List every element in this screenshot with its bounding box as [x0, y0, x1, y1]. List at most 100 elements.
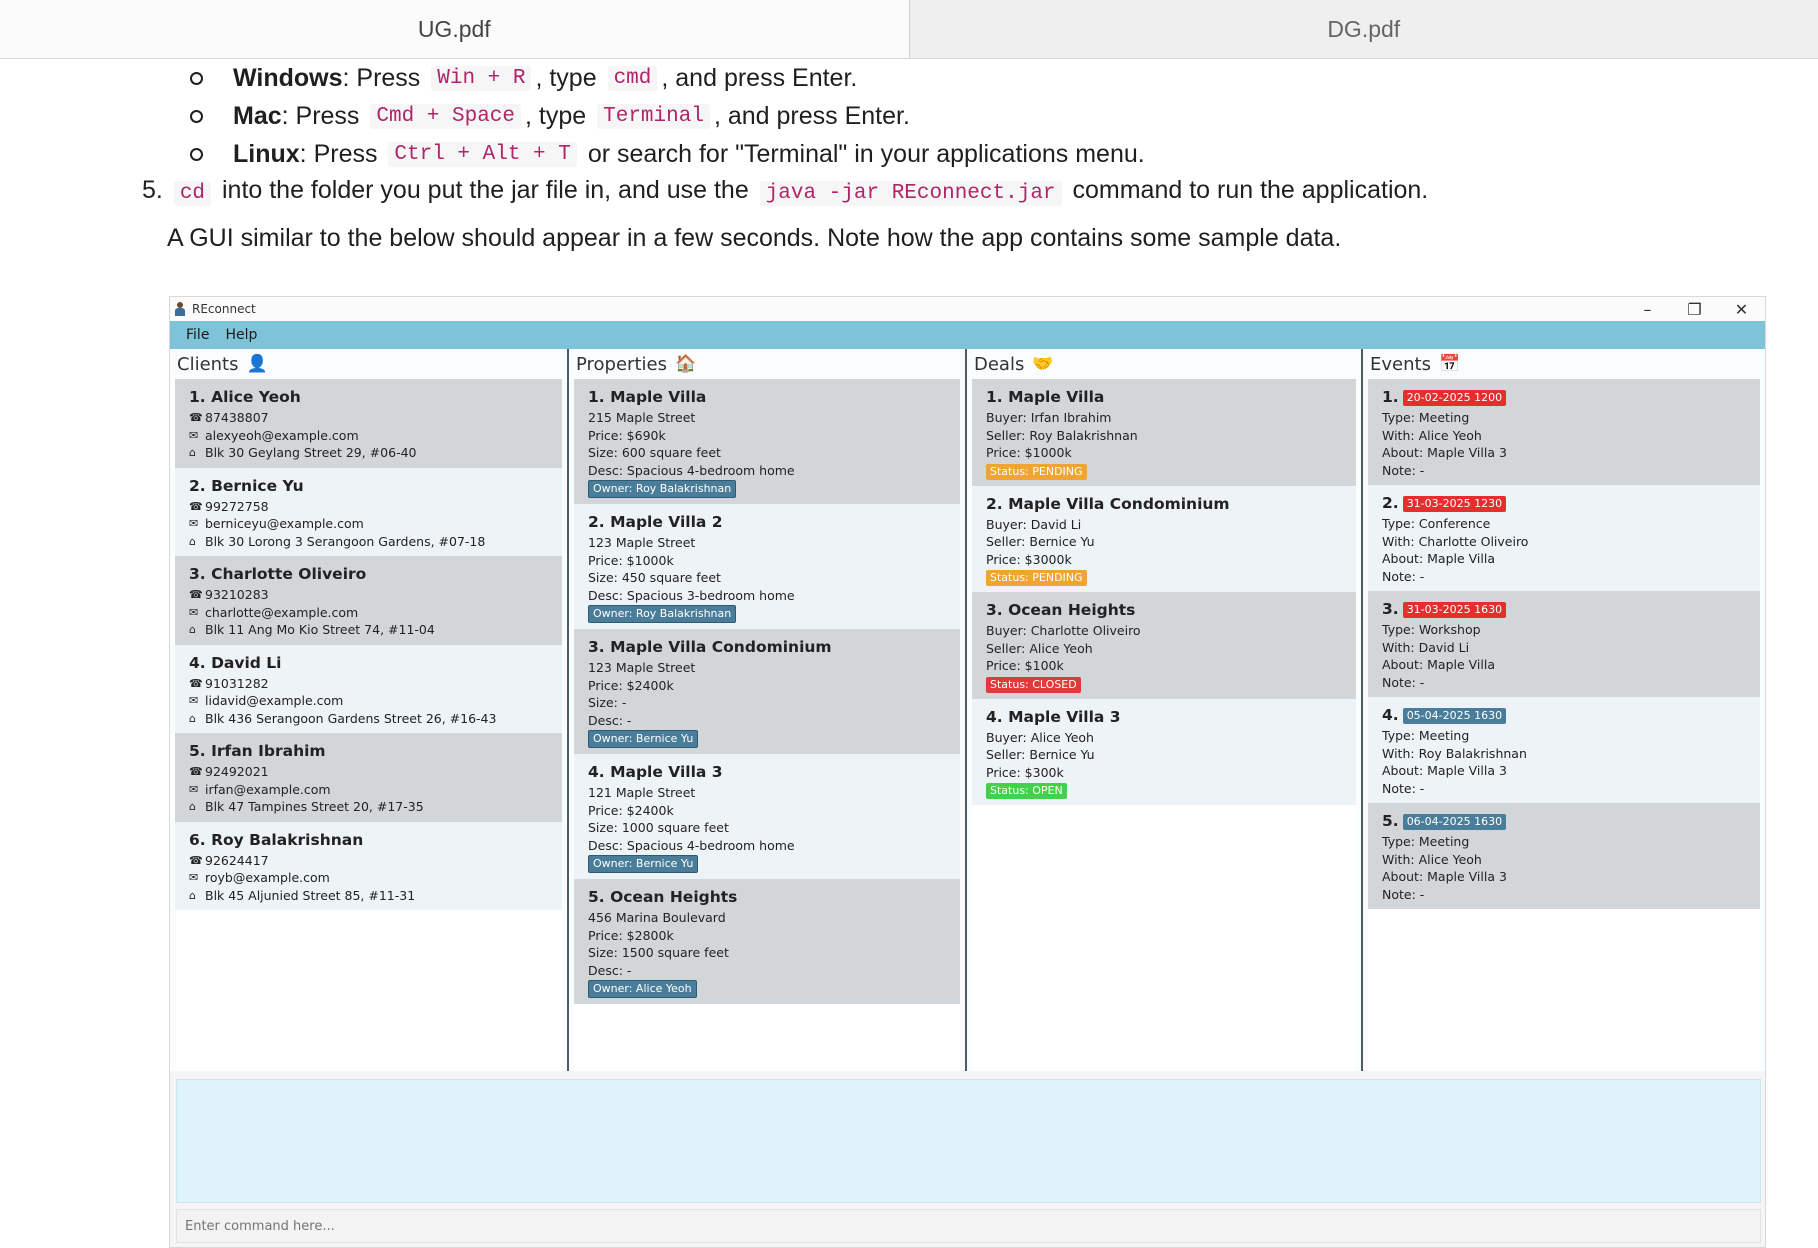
panel-title: Properties: [576, 354, 667, 375]
status-badge: Status: OPEN: [986, 783, 1067, 799]
row-text: irfan@example.com: [205, 781, 331, 799]
bullet-icon: [190, 72, 203, 85]
property-address: 456 Marina Boulevard: [588, 909, 946, 927]
phone-icon: ☎: [189, 586, 205, 604]
property-card[interactable]: 1. Maple Villa215 Maple StreetPrice: $69…: [574, 379, 960, 504]
restore-icon[interactable]: ❐: [1671, 297, 1718, 321]
app-window: REconnect – ❐ ✕ File Help Clients 👤 1. A…: [169, 296, 1766, 1248]
deal-card[interactable]: 3. Ocean HeightsBuyer: Charlotte Oliveir…: [972, 592, 1356, 699]
status-badge: Status: PENDING: [986, 464, 1087, 480]
command-input[interactable]: [177, 1209, 1760, 1243]
client-card[interactable]: 3. Charlotte Oliveiro☎93210283✉charlotte…: [175, 556, 562, 645]
row-text: Blk 30 Geylang Street 29, #06-40: [205, 444, 416, 462]
client-card[interactable]: 6. Roy Balakrishnan☎92624417✉royb@exampl…: [175, 822, 562, 911]
event-number: 2.: [1382, 492, 1399, 514]
phone-icon: ☎: [189, 675, 205, 693]
property-address: 123 Maple Street: [588, 659, 946, 677]
inline-code: java -jar REconnect.jar: [760, 181, 1062, 206]
deal-seller: Seller: Roy Balakrishnan: [986, 427, 1342, 445]
client-card[interactable]: 2. Bernice Yu☎99272758✉berniceyu@example…: [175, 468, 562, 557]
client-card[interactable]: 4. David Li☎91031282✉lidavid@example.com…: [175, 645, 562, 734]
menu-bar: File Help: [170, 321, 1765, 349]
property-size: Size: 1000 square feet: [588, 819, 946, 837]
home-icon: ⌂: [189, 710, 205, 728]
event-type: Type: Conference: [1382, 515, 1746, 533]
card-row: ✉charlotte@example.com: [189, 604, 548, 622]
clients-list[interactable]: 1. Alice Yeoh☎87438807✉alexyeoh@example.…: [175, 379, 562, 1071]
card-row: ☎92492021: [189, 763, 548, 781]
step-5: 5. cd into the folder you put the jar fi…: [142, 176, 1428, 205]
deal-card[interactable]: 1. Maple VillaBuyer: Irfan IbrahimSeller…: [972, 379, 1356, 486]
deals-panel: Deals 🤝 1. Maple VillaBuyer: Irfan Ibrah…: [965, 349, 1361, 1071]
client-card[interactable]: 5. Irfan Ibrahim☎92492021✉irfan@example.…: [175, 733, 562, 822]
row-text: 92624417: [205, 852, 269, 870]
menu-help[interactable]: Help: [225, 327, 257, 343]
tab-ug-pdf[interactable]: UG.pdf: [0, 0, 909, 58]
events-list[interactable]: 1.20-02-2025 1200Type: MeetingWith: Alic…: [1368, 379, 1760, 1071]
date-badge: 31-03-2025 1630: [1403, 602, 1506, 618]
row-text: berniceyu@example.com: [205, 515, 364, 533]
clients-panel: Clients 👤 1. Alice Yeoh☎87438807✉alexyeo…: [170, 349, 567, 1071]
deal-card[interactable]: 4. Maple Villa 3Buyer: Alice YeohSeller:…: [972, 699, 1356, 806]
inline-code: Cmd + Space: [370, 104, 521, 129]
tab-dg-pdf[interactable]: DG.pdf: [909, 0, 1818, 58]
row-text: Blk 11 Ang Mo Kio Street 74, #11-04: [205, 621, 435, 639]
property-desc: Desc: Spacious 4-bedroom home: [588, 462, 946, 480]
event-number: 5.: [1382, 810, 1399, 832]
person-icon: 👤: [247, 354, 268, 374]
row-text: 91031282: [205, 675, 269, 693]
property-price: Price: $2400k: [588, 802, 946, 820]
property-card[interactable]: 5. Ocean Heights456 Marina BoulevardPric…: [574, 879, 960, 1004]
deal-buyer: Buyer: Charlotte Oliveiro: [986, 622, 1342, 640]
deals-list[interactable]: 1. Maple VillaBuyer: Irfan IbrahimSeller…: [972, 379, 1356, 1071]
card-row: ☎91031282: [189, 675, 548, 693]
event-card[interactable]: 5.06-04-2025 1630Type: MeetingWith: Alic…: [1368, 803, 1760, 909]
event-card[interactable]: 2.31-03-2025 1230Type: ConferenceWith: C…: [1368, 485, 1760, 591]
deal-title: 4. Maple Villa 3: [986, 706, 1342, 728]
pdf-tab-bar: UG.pdf DG.pdf: [0, 0, 1818, 59]
card-row: ⌂Blk 47 Tampines Street 20, #17-35: [189, 798, 548, 816]
row-text: 99272758: [205, 498, 269, 516]
card-row: ✉royb@example.com: [189, 869, 548, 887]
property-title: 5. Ocean Heights: [588, 886, 946, 908]
property-desc: Desc: -: [588, 962, 946, 980]
client-card[interactable]: 1. Alice Yeoh☎87438807✉alexyeoh@example.…: [175, 379, 562, 468]
properties-list[interactable]: 1. Maple Villa215 Maple StreetPrice: $69…: [574, 379, 960, 1071]
property-card[interactable]: 4. Maple Villa 3121 Maple StreetPrice: $…: [574, 754, 960, 879]
phone-icon: ☎: [189, 498, 205, 516]
minimize-icon[interactable]: –: [1624, 297, 1671, 321]
event-card[interactable]: 3.31-03-2025 1630Type: WorkshopWith: Dav…: [1368, 591, 1760, 697]
card-row: ☎92624417: [189, 852, 548, 870]
event-type: Type: Meeting: [1382, 833, 1746, 851]
inline-code: cd: [174, 181, 211, 206]
bullet-icon: [190, 110, 203, 123]
property-card[interactable]: 3. Maple Villa Condominium123 Maple Stre…: [574, 629, 960, 754]
deal-buyer: Buyer: Irfan Ibrahim: [986, 409, 1342, 427]
property-desc: Desc: Spacious 3-bedroom home: [588, 587, 946, 605]
deal-title: 1. Maple Villa: [986, 386, 1342, 408]
event-card[interactable]: 4.05-04-2025 1630Type: MeetingWith: Roy …: [1368, 697, 1760, 803]
text: : Press: [282, 102, 360, 131]
date-badge: 20-02-2025 1200: [1403, 390, 1506, 406]
property-price: Price: $1000k: [588, 552, 946, 570]
client-name: 3. Charlotte Oliveiro: [189, 563, 548, 585]
close-icon[interactable]: ✕: [1718, 297, 1765, 321]
client-name: 2. Bernice Yu: [189, 475, 548, 497]
owner-tag: Owner: Bernice Yu: [588, 730, 698, 748]
email-icon: ✉: [189, 427, 205, 445]
property-title: 4. Maple Villa 3: [588, 761, 946, 783]
event-about: About: Maple Villa 3: [1382, 762, 1746, 780]
deal-price: Price: $3000k: [986, 551, 1342, 569]
client-name: 1. Alice Yeoh: [189, 386, 548, 408]
deal-seller: Seller: Bernice Yu: [986, 746, 1342, 764]
email-icon: ✉: [189, 692, 205, 710]
event-note: Note: -: [1382, 568, 1746, 586]
property-card[interactable]: 2. Maple Villa 2123 Maple StreetPrice: $…: [574, 504, 960, 629]
deal-card[interactable]: 2. Maple Villa CondominiumBuyer: David L…: [972, 486, 1356, 593]
event-card[interactable]: 1.20-02-2025 1200Type: MeetingWith: Alic…: [1368, 379, 1760, 485]
property-price: Price: $2800k: [588, 927, 946, 945]
event-header: 5.06-04-2025 1630: [1382, 810, 1746, 832]
event-header: 4.05-04-2025 1630: [1382, 704, 1746, 726]
status-badge: Status: PENDING: [986, 570, 1087, 586]
menu-file[interactable]: File: [186, 327, 209, 343]
